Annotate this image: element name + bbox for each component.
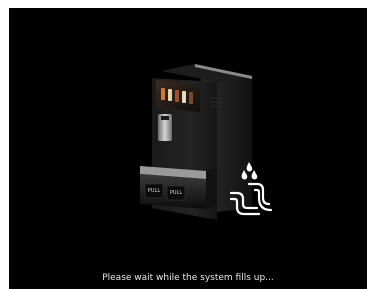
pull-label-right: PULL [170, 190, 182, 196]
system-fill-screen: PULL PULL Please wait while the system f… [9, 8, 367, 289]
drip-tray-side [206, 169, 217, 209]
display-app-icon [161, 88, 165, 100]
pull-label-left: PULL [148, 188, 160, 194]
dispenser-nozzle [161, 116, 169, 120]
device-frame: PULL PULL Please wait while the system f… [0, 0, 376, 289]
status-message: Please wait while the system fills up... [102, 273, 274, 283]
display-app-icon [189, 92, 193, 104]
display-app-icon [175, 90, 179, 102]
display-app-icon [168, 89, 172, 101]
display-app-icon [182, 91, 186, 103]
coffee-machine-illustration: PULL PULL [140, 64, 273, 220]
